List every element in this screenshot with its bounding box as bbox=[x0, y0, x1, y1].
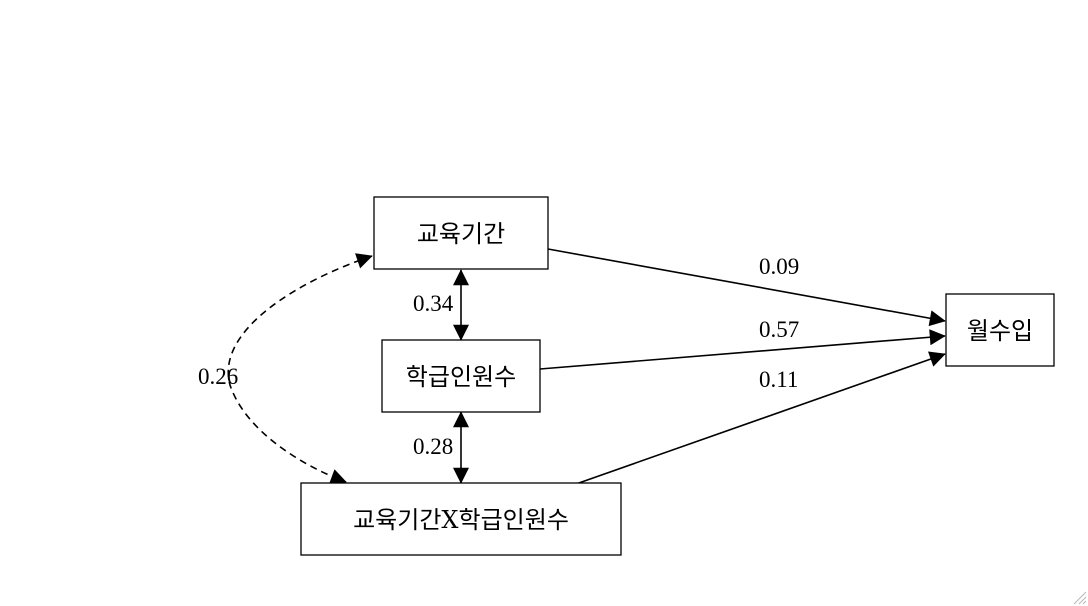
node-interaction: 교육기간X학급인원수 bbox=[300, 482, 622, 556]
label-classsize-to-income: 0.57 bbox=[759, 317, 799, 342]
label-education-classsize-covariance: 0.34 bbox=[413, 291, 454, 316]
label-interaction-to-income: 0.11 bbox=[759, 367, 798, 392]
label-classsize-interaction-covariance: 0.28 bbox=[413, 434, 453, 459]
edge-classsize-to-income bbox=[539, 329, 946, 370]
node-class-size-label: 학급인원수 bbox=[406, 363, 516, 391]
label-education-interaction-covariance: 0.26 bbox=[198, 364, 238, 389]
node-class-size: 학급인원수 bbox=[381, 339, 541, 413]
label-education-to-income: 0.09 bbox=[759, 254, 799, 279]
edge-education-to-income bbox=[547, 248, 946, 327]
path-diagram: 0.09 0.57 0.11 0.34 0.28 0.26 교육기간 학급인원수… bbox=[198, 196, 1087, 605]
node-education-period-label: 교육기간 bbox=[417, 220, 505, 248]
node-monthly-income: 월수입 bbox=[945, 293, 1055, 367]
node-monthly-income-label: 월수입 bbox=[967, 317, 1033, 345]
node-education-period: 교육기간 bbox=[373, 196, 549, 270]
resize-grip[interactable] bbox=[1073, 591, 1087, 605]
edge-education-interaction-covariance bbox=[227, 253, 373, 485]
node-interaction-label: 교육기간X학급인원수 bbox=[353, 506, 569, 534]
